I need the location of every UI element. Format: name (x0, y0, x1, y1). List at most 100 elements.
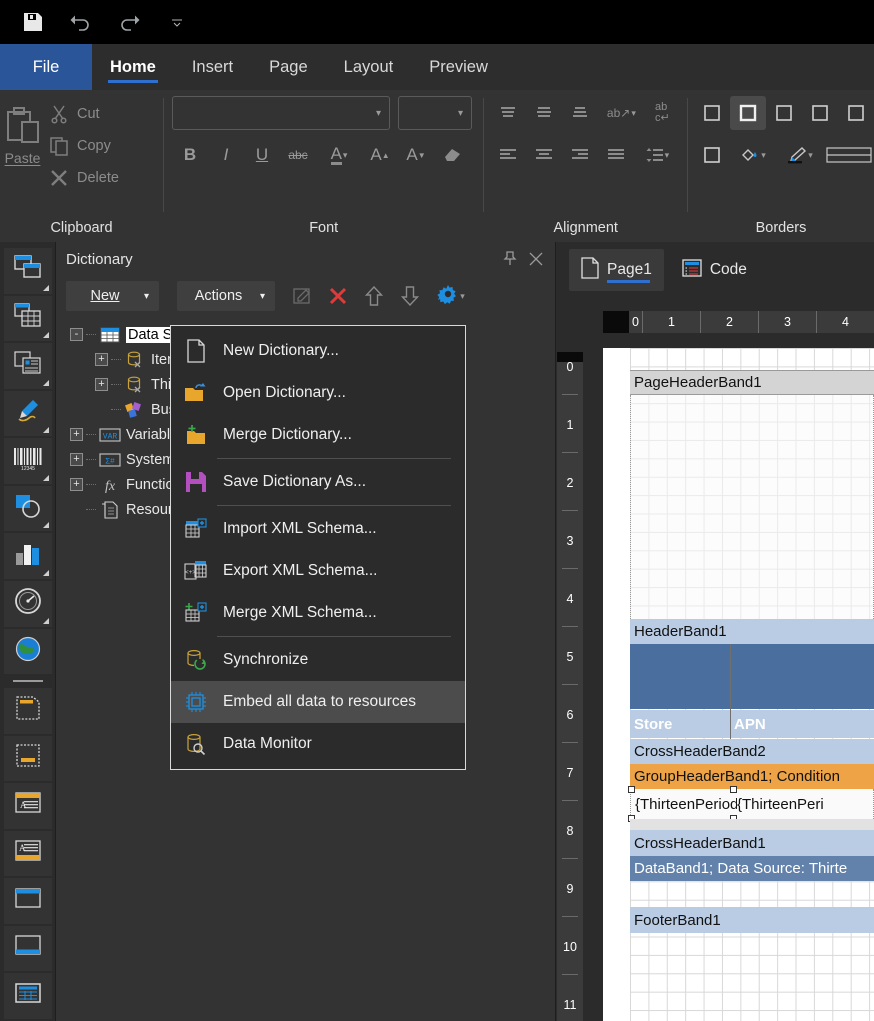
remove-icon[interactable] (323, 281, 353, 311)
vertical-ruler[interactable]: 0 1 2 3 4 5 6 7 8 9 10 11 (557, 352, 583, 1021)
font-size-input[interactable]: ▾ (398, 96, 472, 130)
tab-home[interactable]: Home (92, 44, 174, 90)
bold-button[interactable]: B (172, 138, 208, 172)
border-top-icon[interactable] (838, 96, 874, 130)
align-right-icon[interactable] (562, 138, 598, 172)
sidebar-item-table[interactable] (3, 295, 52, 342)
new-button[interactable]: New ▾ (66, 281, 159, 311)
sidebar-item-data-band[interactable] (3, 973, 52, 1019)
border-left-icon[interactable] (766, 96, 802, 130)
group-header-band[interactable]: GroupHeaderBand1; Condition (630, 764, 874, 789)
sidebar-item-panels[interactable] (3, 248, 52, 294)
tab-code[interactable]: Code (670, 249, 759, 291)
grow-font-button[interactable]: A ▲ (362, 138, 398, 172)
menu-item-synchronize[interactable]: Synchronize (171, 639, 465, 681)
shrink-font-button[interactable]: A ▼ (398, 138, 434, 172)
copy-button[interactable]: Copy (45, 130, 163, 162)
line-spacing-icon[interactable]: ▾ (634, 138, 680, 172)
tab-page[interactable]: Page (251, 44, 326, 90)
tab-file[interactable]: File (0, 44, 92, 90)
sidebar-item-gauge[interactable] (3, 580, 52, 627)
report-canvas[interactable]: PageHeaderBand1 HeaderBand1 Store APN Cr… (603, 348, 874, 1021)
page-header-band[interactable]: PageHeaderBand1 (630, 370, 874, 395)
italic-button[interactable]: I (208, 138, 244, 172)
collapse-toggle[interactable]: - (70, 328, 83, 341)
font-name-input[interactable]: ▾ (172, 96, 390, 130)
expand-toggle[interactable]: + (70, 478, 83, 491)
column-header-row[interactable]: Store APN (630, 710, 874, 738)
sidebar-item-chart[interactable] (3, 533, 52, 579)
expand-toggle[interactable]: + (70, 453, 83, 466)
menu-item-data-monitor[interactable]: Data Monitor (171, 723, 465, 765)
align-middle-icon[interactable] (526, 96, 562, 130)
text-direction-icon[interactable]: ab ↗ ▾ (598, 96, 644, 130)
tab-page1[interactable]: Page1 (569, 249, 664, 291)
customize-qat-icon[interactable] (162, 7, 192, 37)
sidebar-item-barcode[interactable]: 12345 (3, 438, 52, 484)
report-sheet[interactable]: PageHeaderBand1 HeaderBand1 Store APN Cr… (628, 348, 874, 1021)
sidebar-item-page-header-band[interactable]: A (3, 783, 52, 829)
align-center-icon[interactable] (526, 138, 562, 172)
expand-toggle[interactable]: + (70, 428, 83, 441)
word-wrap-icon[interactable]: ab c↵ (644, 96, 680, 130)
sidebar-item-report-title-band[interactable] (3, 688, 52, 734)
menu-item-import-xml-schema[interactable]: Import XML Schema... (171, 508, 465, 550)
footer-band[interactable]: FooterBand1 (630, 907, 874, 933)
expand-toggle[interactable]: + (95, 378, 108, 391)
selection-handle[interactable] (628, 786, 635, 793)
sidebar-item-map[interactable] (3, 628, 52, 675)
header-band[interactable]: HeaderBand1 (630, 619, 874, 644)
sidebar-item-drawings[interactable] (3, 390, 52, 437)
cut-button[interactable]: Cut (45, 98, 163, 130)
gear-icon[interactable]: ▾ (431, 281, 471, 311)
save-icon[interactable] (18, 7, 48, 37)
align-bottom-icon[interactable] (562, 96, 598, 130)
redo-icon[interactable] (114, 7, 144, 37)
strikethrough-button[interactable]: abc (280, 138, 316, 172)
border-color-icon[interactable]: ▾ (776, 138, 822, 172)
expression-row[interactable]: {ThirteenPeriodTabl {ThirteenPeri (630, 789, 874, 819)
tab-insert[interactable]: Insert (174, 44, 251, 90)
header-band-fill[interactable] (630, 644, 874, 709)
clear-formatting-button[interactable] (434, 138, 470, 172)
pin-icon[interactable] (497, 246, 523, 272)
menu-item-export-xml-schema[interactable]: <+> Export XML Schema... (171, 550, 465, 592)
menu-item-merge-xml-schema[interactable]: Merge XML Schema... (171, 592, 465, 634)
edit-icon[interactable] (287, 281, 317, 311)
data-band[interactable]: DataBand1; Data Source: Thirte (630, 856, 874, 881)
arrow-up-icon[interactable] (359, 281, 389, 311)
border-style-icon[interactable] (822, 138, 874, 172)
border-right-icon[interactable] (802, 96, 838, 130)
actions-button[interactable]: Actions ▾ (177, 281, 275, 311)
menu-item-new-dictionary[interactable]: New Dictionary... (171, 330, 465, 372)
border-none-icon[interactable] (694, 96, 730, 130)
border-all-icon[interactable] (730, 96, 766, 130)
border-bottom-icon[interactable] (694, 138, 730, 172)
sidebar-item-page-footer-band[interactable]: A (3, 830, 52, 877)
sidebar-item-report-summary-band[interactable] (3, 735, 52, 782)
font-color-button[interactable]: A ▾ (316, 138, 362, 172)
tab-layout[interactable]: Layout (326, 44, 412, 90)
selection-handle[interactable] (730, 786, 737, 793)
close-icon[interactable] (523, 246, 549, 272)
tab-preview[interactable]: Preview (411, 44, 506, 90)
sidebar-item-cross-tab[interactable] (3, 343, 52, 389)
paste-button[interactable]: Paste (0, 96, 45, 166)
justify-icon[interactable] (598, 138, 634, 172)
cross-header-band-1[interactable]: CrossHeaderBand1 (630, 830, 874, 856)
sidebar-item-shapes[interactable] (3, 485, 52, 532)
expand-toggle[interactable]: + (95, 353, 108, 366)
menu-item-open-dictionary[interactable]: Open Dictionary... (171, 372, 465, 414)
underline-button[interactable]: U (244, 138, 280, 172)
arrow-down-icon[interactable] (395, 281, 425, 311)
undo-icon[interactable] (66, 7, 96, 37)
menu-item-save-dictionary-as[interactable]: Save Dictionary As... (171, 461, 465, 503)
align-top-icon[interactable] (490, 96, 526, 130)
page-header-band-body[interactable] (630, 395, 874, 619)
fill-color-icon[interactable]: ▾ (730, 138, 776, 172)
cross-header-band-2[interactable]: CrossHeaderBand2 (630, 739, 874, 764)
menu-item-embed-all-data-to-resources[interactable]: Embed all data to resources (171, 681, 465, 723)
sidebar-item-header-band[interactable] (3, 878, 52, 924)
horizontal-ruler[interactable]: 0 1 2 3 4 (603, 311, 874, 333)
align-left-icon[interactable] (490, 138, 526, 172)
